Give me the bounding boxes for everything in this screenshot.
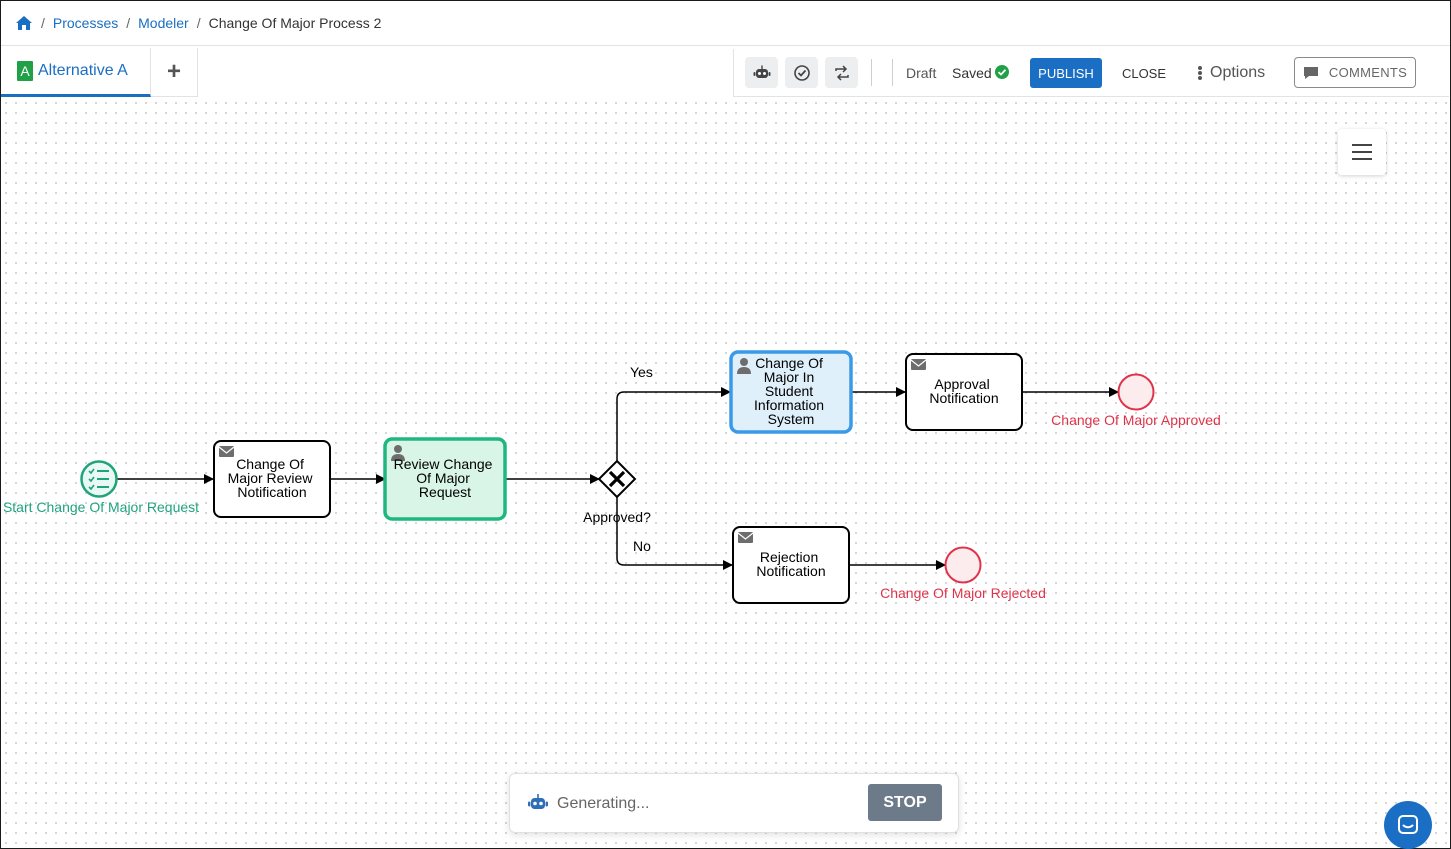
task-review-notification[interactable]: Change Of Major Review Notification — [213, 440, 331, 518]
breadcrumb-separator: / — [126, 15, 131, 31]
flow-label-yes: Yes — [630, 364, 653, 380]
robot-icon — [753, 65, 770, 78]
breadcrumb-modeler[interactable]: Modeler — [138, 15, 189, 31]
task-approval-notification[interactable]: Approval Notification — [905, 353, 1023, 431]
generation-status: Generating... — [557, 795, 650, 812]
validate-button[interactable] — [785, 57, 818, 88]
task-review-request[interactable]: Review Change Of Major Request — [383, 437, 507, 521]
svg-text:Approval Notification: Approval Notification — [929, 376, 998, 406]
end-event-rejected[interactable] — [944, 546, 982, 584]
tab-label: Alternative A — [38, 62, 128, 79]
envelope-icon — [737, 532, 754, 543]
start-event[interactable] — [80, 460, 118, 498]
comments-label: COMMENTS — [1328, 65, 1408, 80]
breadcrumb-separator: / — [41, 15, 45, 31]
task-review-request-line3: Request — [419, 484, 471, 500]
add-alternative-button[interactable]: + — [151, 48, 198, 97]
task-rejection-notification-line2: Notification — [756, 563, 825, 579]
task-sis-line5: System — [768, 411, 815, 427]
more-vertical-icon — [1198, 66, 1202, 80]
toolbar-divider — [871, 59, 872, 86]
chat-icon — [1398, 815, 1418, 834]
comment-icon — [1303, 66, 1318, 79]
chat-launcher-button[interactable] — [1384, 801, 1432, 849]
svg-text:Rejection Notification: Rejection Notification — [756, 549, 825, 579]
alternative-letter-badge: A — [17, 61, 33, 81]
flow-no[interactable] — [616, 497, 733, 570]
flow-label-no: No — [633, 538, 651, 554]
saved-check-icon — [995, 65, 1009, 79]
ai-assistant-button[interactable] — [745, 57, 778, 88]
task-rejection-notification[interactable]: Rejection Notification — [732, 526, 850, 604]
bpmn-diagram: Yes No Start Change Of Major Request Cha… — [3, 350, 1221, 604]
end-event-rejected-label: Change Of Major Rejected — [880, 585, 1046, 601]
comments-button[interactable]: COMMENTS — [1294, 57, 1416, 88]
breadcrumb-processes[interactable]: Processes — [53, 15, 118, 31]
close-button[interactable]: CLOSE — [1116, 58, 1172, 88]
svg-text:Change Of Major Review: Change Of Major Review Notification — [228, 456, 317, 500]
sync-button[interactable] — [825, 57, 858, 88]
options-label: Options — [1210, 64, 1266, 81]
flow-yes[interactable] — [616, 387, 731, 461]
home-icon[interactable] — [15, 15, 33, 31]
tab-alternative-a[interactable]: A Alternative A — [1, 48, 151, 97]
end-event-approved-label: Change Of Major Approved — [1051, 412, 1221, 428]
task-update-sis[interactable]: Change Of Major In Student Information S… — [729, 350, 853, 434]
robot-icon — [527, 793, 549, 813]
ai-generation-panel: Generating... STOP — [509, 773, 959, 833]
draft-status: Draft — [906, 65, 937, 81]
saved-status: Saved — [952, 65, 992, 81]
task-review-notification-line3: Notification — [237, 484, 306, 500]
exclusive-gateway[interactable] — [597, 459, 637, 499]
repeat-icon — [834, 64, 849, 81]
publish-button[interactable]: PUBLISH — [1030, 58, 1102, 88]
modeler-toolbar: Draft Saved PUBLISH CLOSE Options COMMEN… — [733, 49, 1449, 97]
modeler-canvas[interactable]: Yes No Start Change Of Major Request Cha… — [1, 98, 1450, 849]
gateway-label: Approved? — [583, 509, 651, 525]
options-menu-button[interactable]: Options — [1196, 62, 1265, 84]
breadcrumb: / Processes / Modeler / Change Of Major … — [1, 1, 1450, 46]
breadcrumb-separator: / — [196, 15, 201, 31]
toolbar-divider — [892, 59, 893, 86]
task-approval-notification-line2: Notification — [929, 390, 998, 406]
breadcrumb-current: Change Of Major Process 2 — [208, 15, 382, 31]
check-circle-icon — [793, 64, 810, 81]
start-event-label: Start Change Of Major Request — [3, 499, 199, 515]
stop-button[interactable]: STOP — [868, 784, 942, 821]
envelope-icon — [218, 446, 235, 457]
envelope-icon — [910, 359, 927, 370]
end-event-approved[interactable] — [1117, 373, 1155, 411]
